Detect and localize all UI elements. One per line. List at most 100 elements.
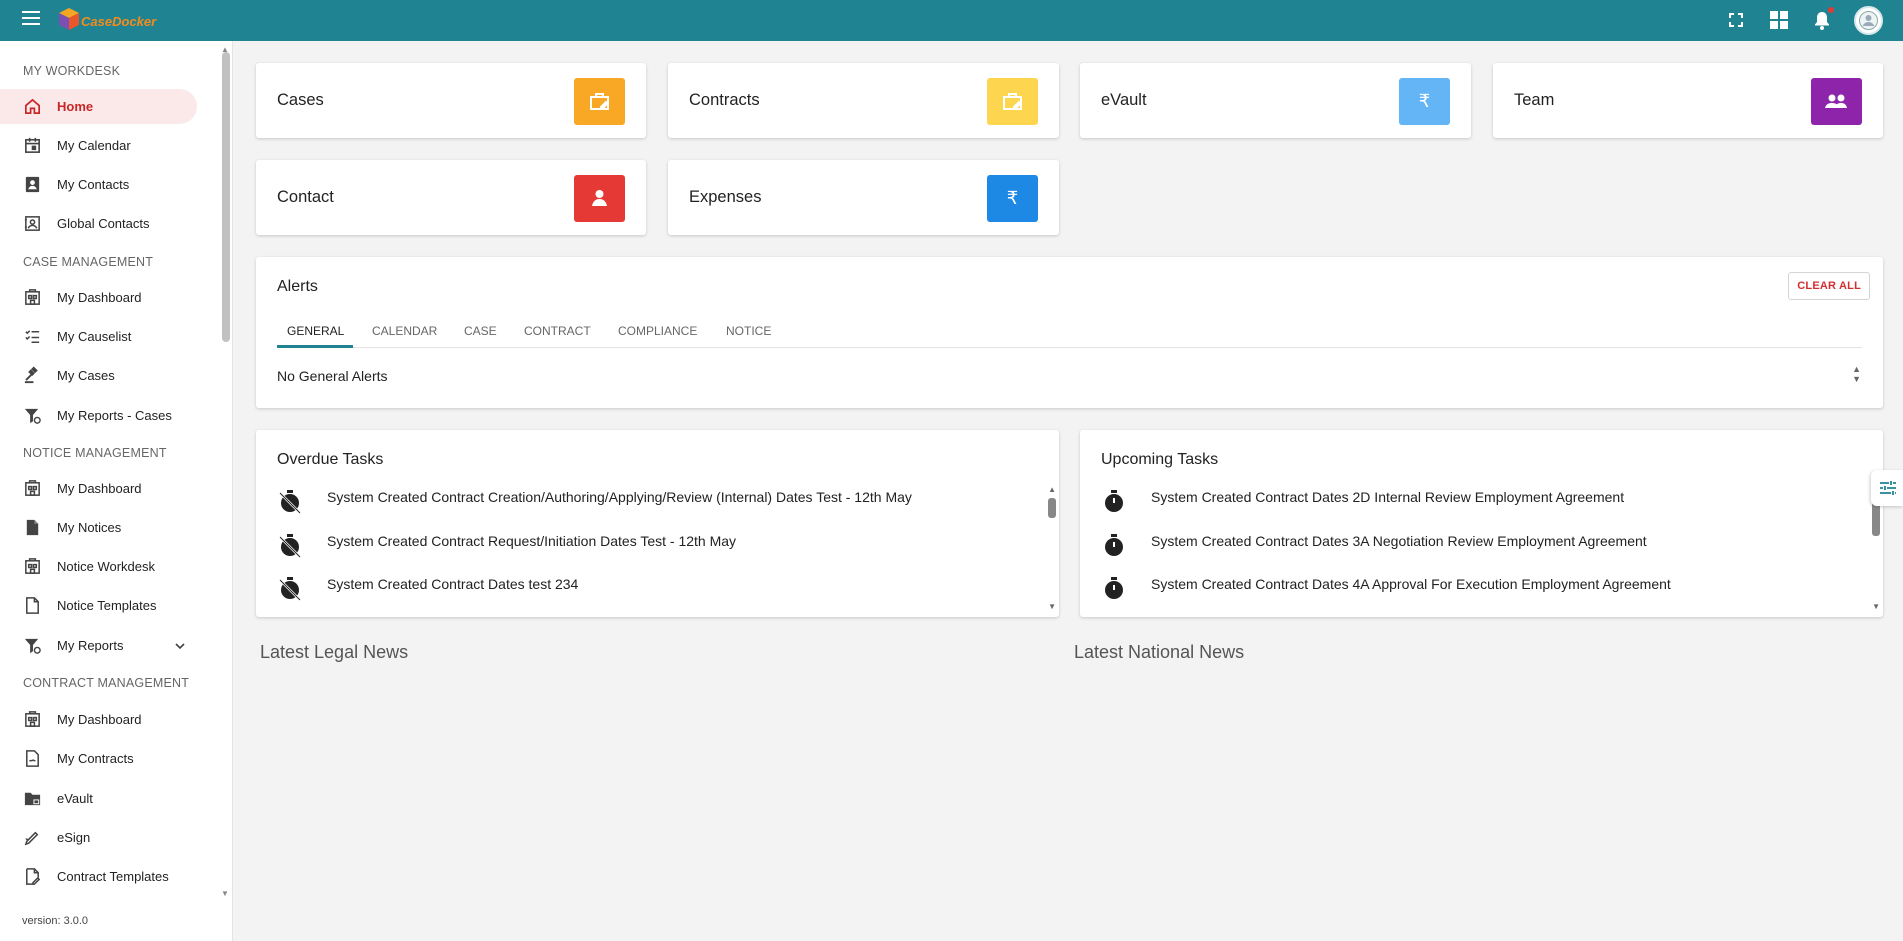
tab-calendar[interactable]: CALENDAR (372, 314, 437, 348)
contacts-icon (25, 176, 40, 193)
task-row[interactable]: System Created Contract Dates 3A Negotia… (1080, 531, 1883, 571)
sidebar-item-my-contracts[interactable]: My Contracts (0, 741, 197, 776)
sidebar-scrollbar[interactable] (222, 52, 230, 342)
chevron-down-icon[interactable] (174, 640, 186, 652)
sidebar-item-my-cases[interactable]: My Cases (0, 358, 197, 393)
clear-all-button[interactable]: CLEAR ALL (1788, 272, 1870, 300)
file-icon (26, 597, 39, 614)
task-text: System Created Contract Dates test 234 (327, 576, 579, 592)
timer-off-icon (279, 490, 301, 514)
sidebar: ▲ ▼ MY WORKDESK Home My Calendar My Cont… (0, 41, 233, 941)
sidebar-item-notice-dashboard[interactable]: My Dashboard (0, 471, 197, 506)
apps-grid-icon[interactable] (1768, 9, 1790, 31)
tile-cases[interactable]: Cases (256, 63, 646, 138)
team-icon[interactable] (1811, 78, 1862, 125)
tab-contract[interactable]: CONTRACT (524, 314, 591, 348)
sidebar-item-my-reports-cases[interactable]: My Reports - Cases (0, 398, 197, 433)
sidebar-item-label: Home (57, 99, 94, 114)
sidebar-item-notice-templates[interactable]: Notice Templates (0, 588, 197, 623)
task-row[interactable]: System Created Contract Dates test 234 (256, 574, 1059, 614)
briefcase-edit-icon[interactable] (987, 78, 1038, 125)
sidebar-item-esign[interactable]: eSign (0, 820, 197, 855)
scroll-down-arrow[interactable]: ▼ (1048, 602, 1056, 611)
app-logo[interactable]: CaseDocker (57, 7, 157, 33)
tile-contracts[interactable]: Contracts (668, 63, 1059, 138)
sidebar-item-label: My Causelist (57, 329, 132, 344)
settings-drawer-tab[interactable] (1871, 470, 1903, 506)
sidebar-item-contract-dashboard[interactable]: My Dashboard (0, 702, 197, 737)
filter-settings-icon (24, 408, 41, 424)
avatar[interactable] (1854, 6, 1883, 35)
task-row[interactable]: System Created Contract Dates 4A Approva… (1080, 574, 1883, 614)
sidebar-item-my-calendar[interactable]: My Calendar (0, 128, 197, 163)
logo-cube-icon (59, 8, 79, 30)
sidebar-item-my-causelist[interactable]: My Causelist (0, 319, 197, 354)
tile-team[interactable]: Team (1493, 63, 1883, 138)
tab-notice[interactable]: NOTICE (726, 314, 771, 348)
active-tab-indicator (277, 345, 353, 348)
tile-label: Team (1514, 91, 1555, 109)
sidebar-item-label: My Reports (57, 638, 124, 653)
alerts-scroll-arrows[interactable]: ▲ ▼ (1852, 364, 1861, 384)
sidebar-item-label: My Dashboard (57, 481, 142, 496)
sidebar-item-case-dashboard[interactable]: My Dashboard (0, 280, 197, 315)
scroll-up-arrow[interactable]: ▲ (1048, 485, 1056, 494)
sidebar-item-my-contacts[interactable]: My Contacts (0, 167, 197, 202)
sidebar-item-label: My Dashboard (57, 290, 142, 305)
scroll-down-arrow[interactable]: ▼ (1872, 602, 1880, 611)
tile-label: Cases (277, 91, 324, 109)
sidebar-scroll-down[interactable]: ▼ (221, 889, 229, 898)
task-text: System Created Contract Creation/Authori… (327, 489, 912, 505)
sidebar-item-label: Notice Templates (57, 598, 157, 613)
latest-legal-news-title: Latest Legal News (260, 642, 409, 662)
timer-icon (1105, 577, 1123, 599)
rupee-icon[interactable]: ₹ (987, 175, 1038, 222)
tile-evault[interactable]: eVault ₹ (1080, 63, 1471, 138)
sidebar-item-contract-templates[interactable]: Contract Templates (0, 859, 197, 894)
alerts-panel: Alerts CLEAR ALL GENERAL CALENDAR CASE C… (256, 257, 1883, 408)
tile-label: eVault (1101, 91, 1147, 109)
menu-icon[interactable] (22, 11, 40, 25)
overdue-tasks-panel: Overdue Tasks System Created Contract Cr… (256, 430, 1059, 617)
upcoming-tasks-panel: Upcoming Tasks System Created Contract D… (1080, 430, 1883, 617)
sidebar-item-my-reports[interactable]: My Reports (0, 628, 197, 663)
tile-label: Expenses (689, 188, 762, 206)
logo-text: CaseDocker (81, 14, 157, 29)
calendar-icon (25, 137, 40, 153)
sidebar-item-label: My Notices (57, 520, 122, 535)
section-notice-management: NOTICE MANAGEMENT (23, 446, 167, 460)
overdue-tasks-title: Overdue Tasks (277, 451, 384, 468)
task-row[interactable]: System Created Contract Request/Initiati… (256, 531, 1059, 571)
sidebar-item-label: My Contracts (57, 751, 134, 766)
sidebar-item-label: My Calendar (57, 138, 131, 153)
latest-national-news-title: Latest National News (1074, 642, 1245, 662)
tab-general[interactable]: GENERAL (287, 314, 344, 348)
contact-icon[interactable] (574, 175, 625, 222)
sidebar-item-notice-workdesk[interactable]: Notice Workdesk (0, 549, 197, 584)
dashboard-icon (25, 480, 40, 496)
sidebar-item-my-notices[interactable]: My Notices (0, 510, 197, 545)
tab-compliance[interactable]: COMPLIANCE (618, 314, 697, 348)
timer-icon (1105, 534, 1123, 556)
sidebar-item-label: My Cases (57, 368, 115, 383)
tile-contact[interactable]: Contact (256, 160, 646, 235)
rupee-icon[interactable]: ₹ (1399, 78, 1450, 125)
tabs-divider (277, 347, 1862, 348)
contract-icon (26, 750, 39, 767)
task-row[interactable]: System Created Contract Creation/Authori… (256, 487, 1059, 527)
dashboard-icon (25, 558, 40, 574)
overdue-scrollbar[interactable] (1048, 498, 1056, 518)
timer-off-icon (279, 577, 301, 601)
tab-case[interactable]: CASE (464, 314, 497, 348)
fullscreen-icon[interactable] (1725, 9, 1747, 31)
notifications-icon[interactable] (1811, 7, 1834, 31)
task-row[interactable]: System Created Contract Dates 2D Interna… (1080, 487, 1883, 527)
sidebar-item-global-contacts[interactable]: Global Contacts (0, 206, 197, 241)
file-edit-icon (26, 868, 41, 885)
home-icon (24, 98, 41, 115)
sidebar-item-evault[interactable]: eVault (0, 781, 197, 816)
sidebar-item-home[interactable]: Home (0, 89, 197, 124)
app-version: version: 3.0.0 (22, 915, 89, 927)
tile-expenses[interactable]: Expenses ₹ (668, 160, 1059, 235)
briefcase-edit-icon[interactable] (574, 78, 625, 125)
